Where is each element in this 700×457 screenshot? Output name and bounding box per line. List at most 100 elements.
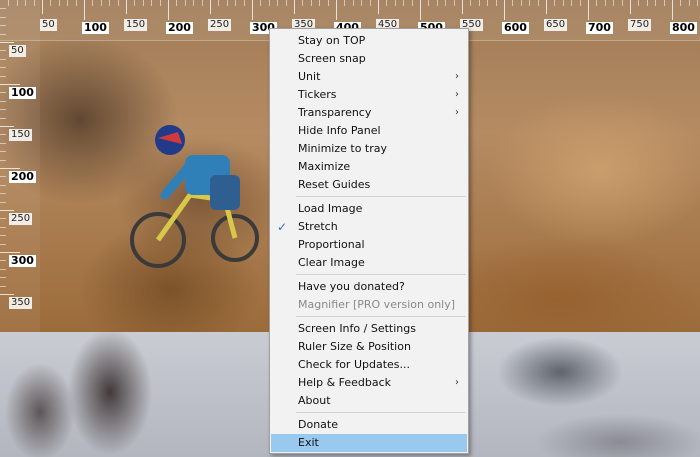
ruler-left-tick [0,210,14,211]
ruler-left-subtick [0,33,6,35]
menu-item-have-you-donated[interactable]: Have you donated? [271,278,467,296]
menu-item-screen-info-settings[interactable]: Screen Info / Settings [271,320,467,338]
ruler-top-label: 600 [502,21,529,34]
menu-item-check-for-updates[interactable]: Check for Updates... [271,356,467,374]
menu-item-tickers[interactable]: Tickers › [271,86,467,104]
ruler-top-subtick [520,0,522,6]
menu-separator [296,316,466,317]
ruler-top-subtick [75,0,77,6]
ruler-top-tick [42,0,43,14]
ruler-left-subtick [0,134,6,136]
ruler-left-label: 200 [9,170,36,183]
menu-item-label: Magnifier [PRO version only] [298,298,456,311]
menu-item-donate[interactable]: Donate [271,416,467,434]
ruler-top-subtick [58,0,60,6]
ruler-top-subtick [369,0,371,6]
menu-separator [296,196,466,197]
menu-item-label: Minimize to tray [298,142,388,155]
ruler-left-subtick [0,92,6,94]
menu-item-load-image[interactable]: Load Image [271,200,467,218]
menu-item-stay-on-top[interactable]: Stay on TOP [271,32,467,50]
ruler-top-subtick [697,0,699,6]
ruler-left-subtick [0,277,6,279]
menu-item-label: Have you donated? [298,280,405,293]
menu-item-label: Screen snap [298,52,366,65]
ruler-top-tick [168,0,169,20]
ruler-top-tick [378,0,379,14]
ruler-top-label: 150 [124,19,148,31]
menu-item-transparency[interactable]: Transparency › [271,104,467,122]
ruler-left-label: 150 [9,129,33,141]
menu-item-proportional[interactable]: Proportional [271,236,467,254]
menu-item-screen-snap[interactable]: Screen snap [271,50,467,68]
ruler-top-subtick [67,0,69,6]
menu-item-maximize[interactable]: Maximize [271,158,467,176]
ruler-top-subtick [436,0,438,6]
ruler-top-subtick [478,0,480,6]
ruler-left-subtick [0,235,6,237]
ruler-top-subtick [428,0,430,6]
ruler-top-tick [630,0,631,14]
ruler-left-tick [0,252,20,253]
ruler-top-subtick [411,0,413,6]
ruler-top-subtick [361,0,363,6]
menu-item-help-feedback[interactable]: Help & Feedback › [271,374,467,392]
submenu-arrow-icon: › [455,71,459,82]
ruler-top-label: 700 [586,21,613,34]
ruler-top-subtick [235,0,237,6]
ruler-top-subtick [226,0,228,6]
ruler-left-tick [0,84,20,85]
menu-item-label: Stay on TOP [298,34,366,47]
ruler-left-subtick [0,67,6,69]
ruler-top-label: 650 [544,19,568,31]
ruler-top-subtick [302,0,304,6]
ruler-top-subtick [613,0,615,6]
ruler-top-tick [420,0,421,20]
menu-item-magnifier: Magnifier [PRO version only] [271,296,467,314]
menu-item-label: Reset Guides [298,178,371,191]
ruler-top-subtick [109,0,111,6]
ruler-left-subtick [0,58,6,60]
menu-item-exit[interactable]: Exit [271,434,467,452]
ruler-top-subtick [646,0,648,6]
ruler-top-subtick [604,0,606,6]
ruler-left-tick [0,126,14,127]
ruler-left-subtick [0,25,6,27]
ruler-left-tick [0,42,14,43]
context-menu: Stay on TOP Screen snap Unit › Tickers › Trans… [269,28,469,454]
ruler-top-subtick [268,0,270,6]
ruler-top-label: 250 [208,19,232,31]
ruler-top-subtick [596,0,598,6]
menu-item-clear-image[interactable]: Clear Image [271,254,467,272]
ruler-top-subtick [176,0,178,6]
menu-item-about[interactable]: About [271,392,467,410]
ruler-top-subtick [445,0,447,6]
menu-item-label: Exit [298,436,319,449]
ruler-top-subtick [495,0,497,6]
menu-item-label: Transparency [298,106,372,119]
ruler-top-subtick [579,0,581,6]
ruler-top-subtick [554,0,556,6]
menu-item-minimize-to-tray[interactable]: Minimize to tray [271,140,467,158]
submenu-arrow-icon: › [455,107,459,118]
ruler-top-subtick [562,0,564,6]
ruler-left-label: 250 [9,213,33,225]
ruler-top-subtick [117,0,119,6]
menu-item-ruler-size-position[interactable]: Ruler Size & Position [271,338,467,356]
ruler-top-subtick [327,0,329,6]
ruler-top-subtick [285,0,287,6]
menu-item-label: Screen Info / Settings [298,322,416,335]
ruler-left-subtick [0,184,6,186]
ruler-left-subtick [0,201,6,203]
ruler-top-tick [546,0,547,14]
menu-item-hide-info-panel[interactable]: Hide Info Panel [271,122,467,140]
ruler-left-subtick [0,193,6,195]
menu-item-unit[interactable]: Unit › [271,68,467,86]
ruler-top-subtick [243,0,245,6]
menu-item-stretch[interactable]: ✓ Stretch [271,218,467,236]
ruler-top-subtick [151,0,153,6]
ruler-top-label: 800 [670,21,697,34]
submenu-arrow-icon: › [455,89,459,100]
menu-item-label: Donate [298,418,338,431]
menu-item-reset-guides[interactable]: Reset Guides [271,176,467,194]
